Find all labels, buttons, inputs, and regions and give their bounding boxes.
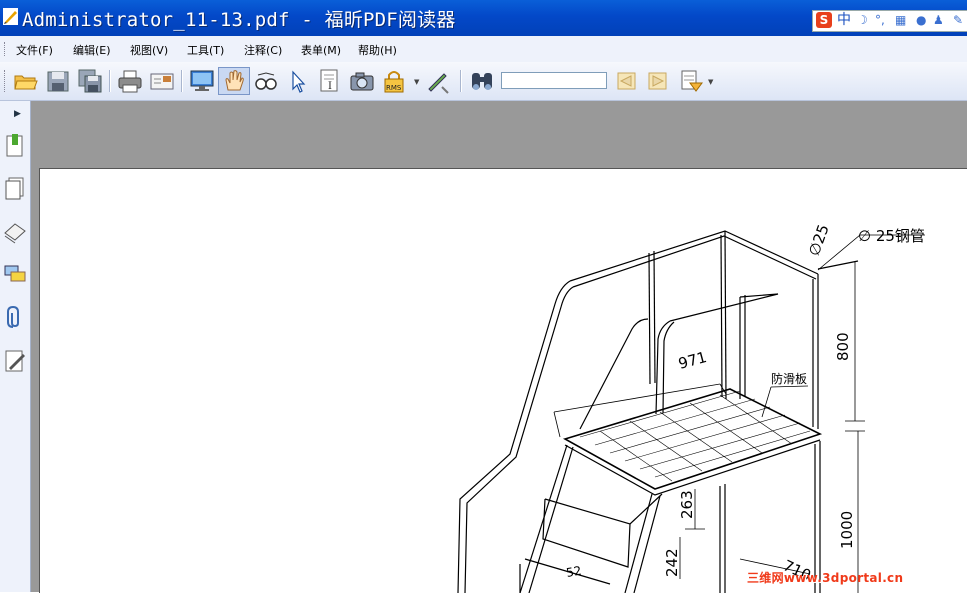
stair-platform-drawing: ∅25 ∅ 25钢管 800 1000 971 防滑板 263 242 710 … <box>457 222 925 593</box>
text-select-icon[interactable]: I <box>316 67 344 95</box>
layers-icon[interactable] <box>3 219 27 245</box>
select-arrow-icon[interactable] <box>284 67 312 95</box>
fullscreen-icon[interactable] <box>188 67 216 95</box>
save-icon[interactable] <box>44 67 72 95</box>
hand-icon <box>225 70 244 91</box>
step-rise-2-label: 242 <box>663 548 681 577</box>
antislip-label: 防滑板 <box>771 371 807 386</box>
pages-icon[interactable] <box>3 176 27 202</box>
open-icon[interactable] <box>12 67 40 95</box>
main-toolbar: I RMS ▼ ▼ <box>0 62 967 101</box>
toolbar-separator <box>460 70 462 92</box>
pdf-page[interactable]: ∅25 ∅ 25钢管 800 1000 971 防滑板 263 242 710 … <box>39 168 967 593</box>
sogou-icon[interactable]: S <box>816 12 832 28</box>
panel-toggle-icon[interactable]: ▶ <box>14 109 21 119</box>
menu-tools[interactable]: 工具(T) <box>187 42 224 58</box>
comments-icon[interactable] <box>3 262 27 288</box>
grating-pattern <box>579 390 811 482</box>
pipe-diameter-label: ∅25 <box>805 222 833 258</box>
rms-dropdown-icon[interactable]: ▼ <box>414 78 419 86</box>
bookmarks-icon[interactable] <box>3 133 27 159</box>
menu-file[interactable]: 文件(F) <box>16 42 53 58</box>
highlight-dropdown-icon[interactable]: ▼ <box>708 78 713 86</box>
moon-icon[interactable]: ☽ <box>857 13 868 27</box>
menu-forms[interactable]: 表单(M) <box>301 42 341 58</box>
zoom-glasses-icon[interactable] <box>252 67 280 95</box>
save-all-icon[interactable] <box>76 67 104 95</box>
menu-edit[interactable]: 编辑(E) <box>73 42 111 58</box>
ime-language[interactable]: 中 <box>837 11 851 29</box>
toolbar-grip[interactable] <box>4 70 5 92</box>
find-binoculars-icon[interactable] <box>468 67 496 95</box>
user-icon[interactable]: ● <box>916 13 926 27</box>
toolbar-separator <box>109 70 111 92</box>
shirt-icon[interactable]: ♟ <box>933 13 944 27</box>
step-depth-label: 52 <box>565 564 582 580</box>
next-result-icon[interactable] <box>644 67 672 95</box>
prev-result-icon[interactable] <box>612 67 640 95</box>
height-upper-label: 800 <box>834 332 852 361</box>
step-rise-1-label: 263 <box>678 490 696 519</box>
menu-view[interactable]: 视图(V) <box>130 42 168 58</box>
svg-text:I: I <box>328 81 332 92</box>
wrench-icon[interactable]: ✎ <box>953 13 963 27</box>
svg-text:RMS: RMS <box>386 84 402 92</box>
navigation-panel: ▶ <box>0 101 31 592</box>
menubar-grip[interactable] <box>4 42 7 56</box>
highlight-icon[interactable] <box>678 67 706 95</box>
foxit-icon <box>3 8 18 25</box>
platform-depth-label: 971 <box>676 348 708 373</box>
toolbar-separator <box>181 70 183 92</box>
email-icon[interactable] <box>148 67 176 95</box>
ime-toolbar[interactable]: S 中 ☽ °, ▦ ● ♟ ✎ <box>812 10 967 32</box>
signatures-icon[interactable] <box>3 348 27 374</box>
menu-comments[interactable]: 注释(C) <box>244 42 282 58</box>
sign-icon[interactable] <box>424 67 452 95</box>
attachments-icon[interactable] <box>3 305 27 331</box>
hand-tool-button[interactable] <box>218 67 250 95</box>
punctuation-icon[interactable]: °, <box>875 13 885 27</box>
snapshot-icon[interactable] <box>348 67 376 95</box>
menu-bar: 文件(F) 编辑(E) 视图(V) 工具(T) 注释(C) 表单(M) 帮助(H… <box>0 36 967 62</box>
find-input[interactable] <box>501 72 607 89</box>
print-icon[interactable] <box>116 67 144 95</box>
height-lower-label: 1000 <box>838 511 856 549</box>
title-bar: Administrator_11-13.pdf - 福昕PDF阅读器 S 中 ☽… <box>0 0 967 36</box>
rms-icon[interactable]: RMS <box>380 67 408 95</box>
window-title: Administrator_11-13.pdf - 福昕PDF阅读器 <box>22 9 456 31</box>
pipe-note-label: ∅ 25钢管 <box>858 227 925 245</box>
menu-help[interactable]: 帮助(H) <box>358 42 397 58</box>
keyboard-icon[interactable]: ▦ <box>895 13 906 27</box>
watermark: 三维网www.3dportal.cn <box>747 571 904 585</box>
